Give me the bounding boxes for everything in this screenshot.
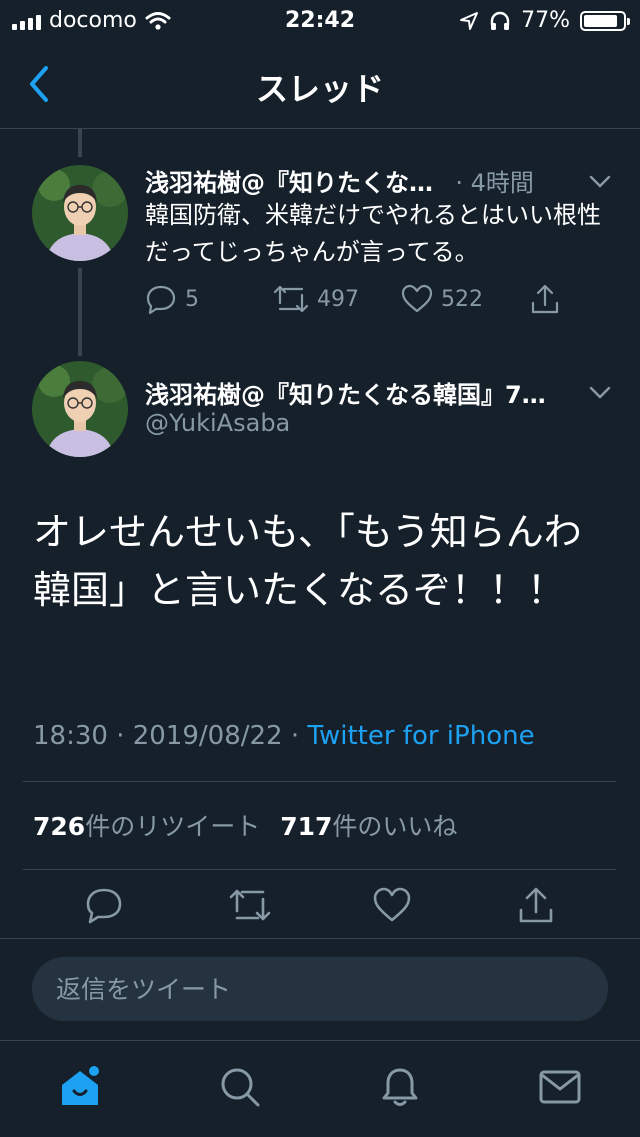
share-icon[interactable] [516,885,556,925]
divider [23,781,616,782]
page-title: スレッド [255,70,384,108]
reply-button[interactable]: 5 [145,283,199,315]
messages-icon[interactable] [538,1065,582,1109]
parent-tweet[interactable]: 浅羽祐樹@『知りたくな… · 4時間 韓国防衛、米韓だけでやれるとはいい根性だっ… [0,129,640,349]
home-icon[interactable] [58,1065,102,1109]
tweet-actions: 5 497 522 [145,281,575,321]
location-icon [460,11,479,30]
tweet-time: · 4時間 [455,169,534,197]
like-count: 522 [441,286,483,312]
retweet-count: 497 [317,286,359,312]
like-label: 件のいいね [332,812,458,841]
author-handle[interactable]: @YukiAsaba [145,409,290,437]
tweet-actions [0,875,640,935]
tweet-stats: 726件のリツイート 717件のいいね [33,807,457,843]
divider [23,869,616,870]
tweet-timestamp: 18:30 · 2019/08/22 · Twitter for iPhone [33,721,535,751]
retweet-icon[interactable] [228,885,272,925]
reply-bar [0,938,640,1039]
retweet-label: 件のリツイート [85,812,261,841]
retweet-total: 726 [33,812,86,841]
likes-stat[interactable]: 717件のいいね [280,812,457,841]
reply-input[interactable] [32,957,608,1021]
tab-bar [0,1040,640,1137]
author-name[interactable]: 浅羽祐樹@『知りたくな… [145,169,433,197]
tweet-text: 韓国防衛、米韓だけでやれるとはいい根性だってじっちゃんが言ってる。 [145,201,601,266]
like-icon [401,284,433,313]
tweet-date: 2019/08/22 [132,721,283,751]
status-bar: docomo 22:42 77% [0,0,640,40]
nav-bar: スレッド [0,40,640,129]
tweet-source-link[interactable]: Twitter for iPhone [307,721,534,751]
notifications-icon[interactable] [378,1065,422,1109]
like-total: 717 [280,812,333,841]
avatar[interactable] [32,165,128,261]
like-icon[interactable] [372,885,412,925]
like-button[interactable]: 522 [401,283,483,315]
retweets-stat[interactable]: 726件のリツイート [33,812,260,841]
tweet-header: 浅羽祐樹@『知りたくな… · 4時間 [145,163,534,198]
retweet-button[interactable]: 497 [273,283,359,315]
chevron-down-icon[interactable] [588,174,612,190]
headphones-icon [490,11,510,30]
share-icon [531,284,559,314]
chevron-down-icon[interactable] [588,385,612,401]
reply-count: 5 [185,286,199,312]
search-icon[interactable] [218,1065,262,1109]
battery-percent: 77% [521,8,570,33]
tweet-time: 18:30 [33,721,108,751]
share-button[interactable] [529,283,561,315]
reply-icon[interactable] [84,885,124,925]
battery-icon [580,10,630,31]
retweet-icon [273,285,309,313]
avatar[interactable] [32,361,128,457]
author-name[interactable]: 浅羽祐樹@『知りたくなる韓国』7… [145,375,546,410]
tweet-text: オレせんせいも、「もう知らんわ韓国」と言いたくなるぞ！！！ [33,510,582,612]
reply-icon [146,285,176,315]
